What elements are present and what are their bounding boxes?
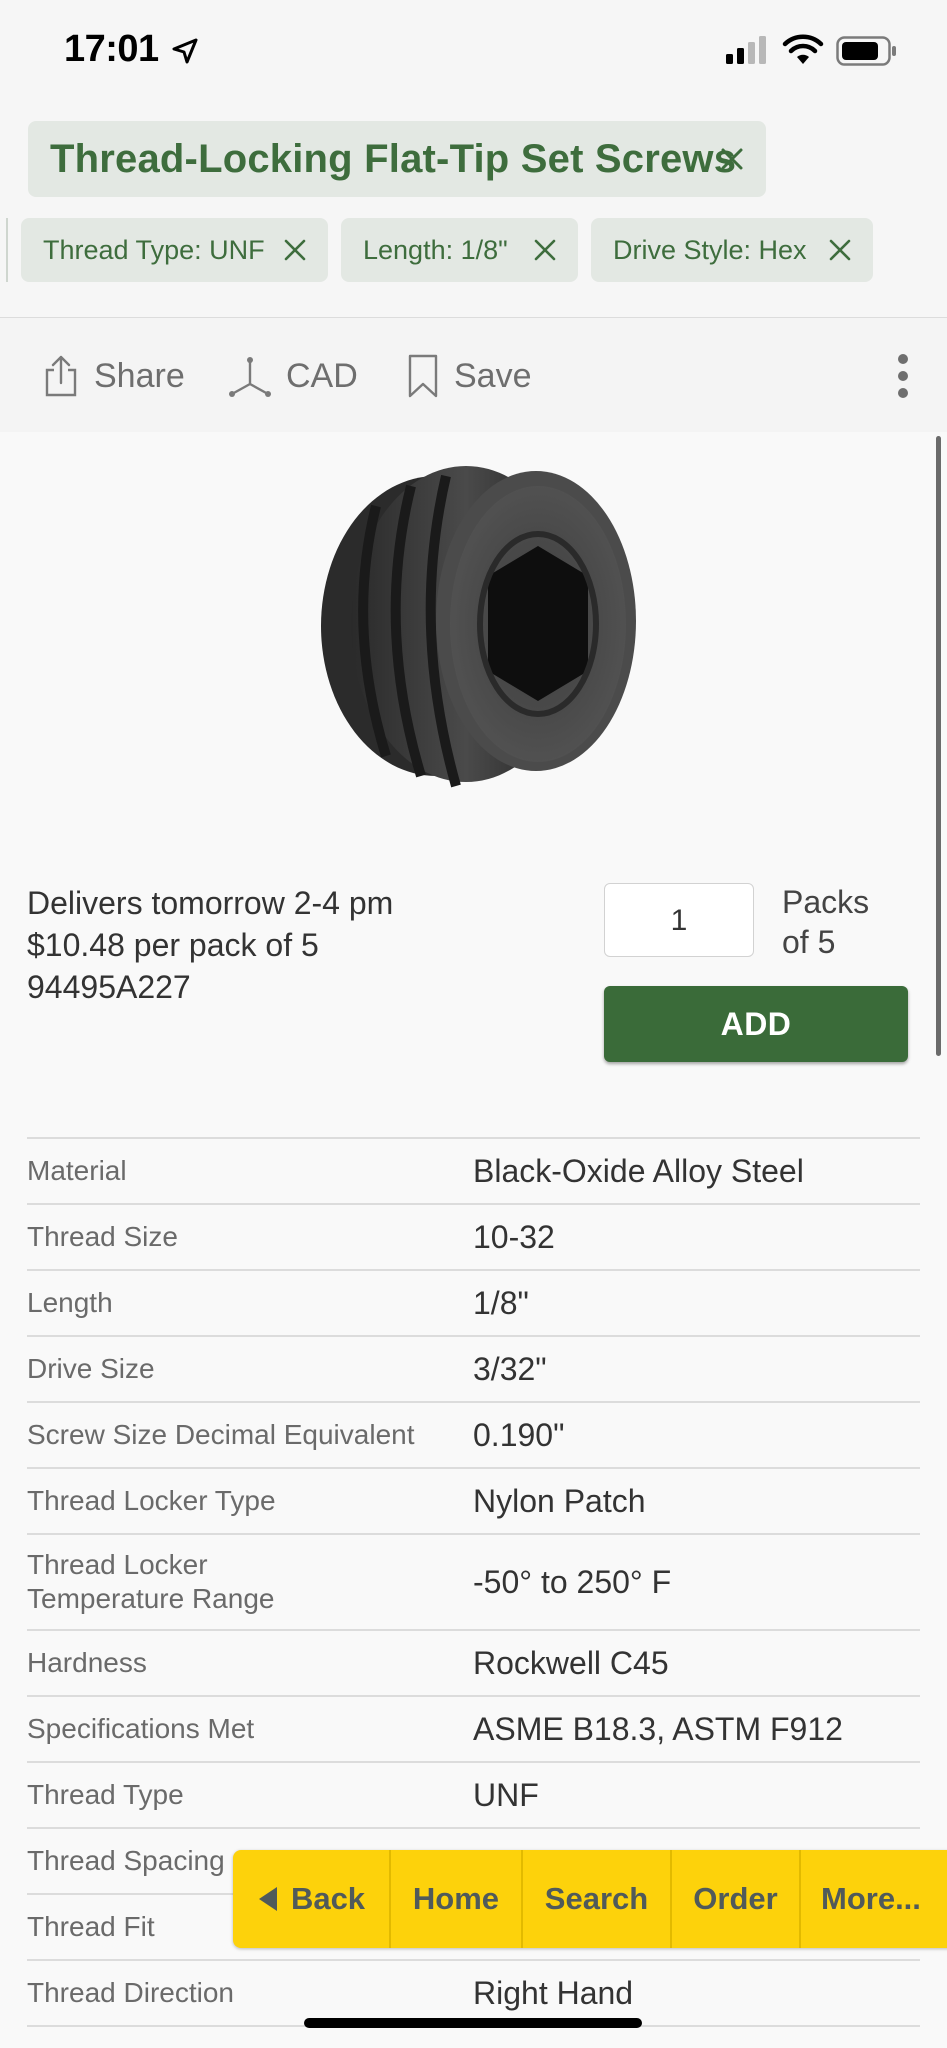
spec-value: 0.190": [473, 1416, 565, 1453]
spec-key: Thread Type: [27, 1779, 184, 1810]
spec-row: Hardness Rockwell C45: [27, 1629, 920, 1695]
spec-row: Thread Locker Type Nylon Patch: [27, 1467, 920, 1533]
filter-chip-thread-type[interactable]: Thread Type: UNF: [21, 218, 328, 282]
spec-row: Material Black-Oxide Alloy Steel: [27, 1137, 920, 1203]
filter-chip-label: Length: 1/8": [363, 234, 508, 265]
bookmark-icon: [408, 354, 438, 398]
spec-key: Length: [27, 1287, 113, 1318]
spec-key: Screw Size Decimal Equivalent: [27, 1419, 415, 1450]
category-chip-label: Thread-Locking Flat-Tip Set Screws: [50, 136, 737, 181]
share-button[interactable]: Share: [42, 354, 185, 398]
more-options-icon[interactable]: [897, 352, 909, 400]
share-icon: [45, 355, 77, 397]
spec-value: -50° to 250° F: [473, 1563, 672, 1600]
location-arrow-icon: [172, 38, 198, 64]
spec-key: Hardness: [27, 1647, 147, 1678]
close-icon[interactable]: [716, 143, 748, 175]
home-indicator: [304, 2018, 642, 2028]
spec-value: Right Hand: [473, 1974, 634, 2011]
status-bar: 17:01: [0, 0, 947, 105]
share-label: Share: [94, 356, 185, 395]
spec-row: Thread Direction Right Hand: [27, 1959, 920, 2025]
spec-key: Drive Size: [27, 1353, 155, 1384]
spec-row: Thread Locker Temperature Range -50° to 2…: [27, 1533, 920, 1629]
spec-key: Thread Locker Temperature Range: [27, 1549, 275, 1614]
cad-button[interactable]: CAD: [228, 354, 358, 398]
price-text: $10.48 per pack of 5: [27, 927, 319, 963]
filter-header: Thread-Locking Flat-Tip Set Screws Threa…: [0, 105, 947, 318]
pack-unit-line: of 5: [782, 924, 836, 960]
pack-unit-label: Packs of 5: [782, 882, 869, 962]
filter-chip-drive-style[interactable]: Drive Style: Hex: [591, 218, 873, 282]
set-screw-image: [321, 466, 636, 788]
spec-key: Specifications Met: [27, 1713, 255, 1744]
quantity-input[interactable]: 1: [604, 883, 754, 957]
search-button[interactable]: Search: [523, 1850, 672, 1948]
spec-key: Thread Size: [27, 1221, 178, 1252]
spec-row: Specifications Met ASME B18.3, ASTM F912: [27, 1695, 920, 1761]
delivery-text: Delivers tomorrow 2-4 pm: [27, 885, 394, 921]
spec-value: UNF: [473, 1776, 539, 1813]
back-button[interactable]: Back: [233, 1850, 391, 1948]
spec-value: 3/32": [473, 1350, 547, 1387]
bottom-nav-bar: Back Home Search Order More...: [233, 1850, 947, 1948]
filter-chip-length[interactable]: Length: 1/8": [341, 218, 578, 282]
close-icon[interactable]: [532, 237, 558, 263]
spec-value: Rockwell C45: [473, 1644, 669, 1681]
spec-row: Screw Size Decimal Equivalent 0.190": [27, 1401, 920, 1467]
spec-row: Thread Size 10-32: [27, 1203, 920, 1269]
action-toolbar: Share CAD Save: [0, 318, 947, 432]
spec-row: Thread Type UNF: [27, 1761, 920, 1827]
status-time: 17:01: [64, 28, 159, 70]
spec-value: 1/8": [473, 1284, 529, 1321]
scrollbar[interactable]: [936, 436, 941, 1056]
back-arrow-icon: [258, 1887, 277, 1911]
spec-key: Material: [27, 1155, 127, 1186]
home-button[interactable]: Home: [391, 1850, 523, 1948]
cad-axes-icon: [229, 357, 271, 397]
purchase-info: Delivers tomorrow 2-4 pm $10.48 per pack…: [27, 882, 393, 1008]
close-icon[interactable]: [282, 237, 308, 263]
close-icon[interactable]: [827, 237, 853, 263]
spec-value: 10-32: [473, 1218, 555, 1255]
category-chip[interactable]: Thread-Locking Flat-Tip Set Screws: [28, 121, 766, 197]
part-number: 94495A227: [27, 969, 191, 1005]
filter-chip-row: Thread Type: UNF Length: 1/8" Drive Styl…: [0, 218, 947, 288]
spec-value: Black-Oxide Alloy Steel: [473, 1152, 804, 1189]
cellular-signal-icon: [726, 36, 766, 64]
spec-key: Thread Locker Type: [27, 1485, 276, 1516]
order-button[interactable]: Order: [672, 1850, 801, 1948]
filter-chip-label: Thread Type: UNF: [43, 234, 265, 265]
spec-value: Nylon Patch: [473, 1482, 646, 1519]
filter-chip-label: Drive Style: Hex: [613, 234, 807, 265]
more-button[interactable]: More...: [801, 1850, 947, 1948]
save-label: Save: [454, 356, 532, 395]
back-label: Back: [290, 1881, 366, 1916]
add-to-order-button[interactable]: ADD: [604, 986, 908, 1062]
battery-icon: [836, 36, 896, 66]
spec-value: ASME B18.3, ASTM F912: [473, 1710, 843, 1747]
wifi-icon: [782, 34, 824, 64]
save-button[interactable]: Save: [406, 354, 532, 398]
spec-key: Thread Direction: [27, 1977, 234, 2008]
cad-label: CAD: [286, 356, 358, 395]
spec-row: Length 1/8": [27, 1269, 920, 1335]
pack-unit-line: Packs: [782, 884, 870, 920]
spec-row: Drive Size 3/32": [27, 1335, 920, 1401]
